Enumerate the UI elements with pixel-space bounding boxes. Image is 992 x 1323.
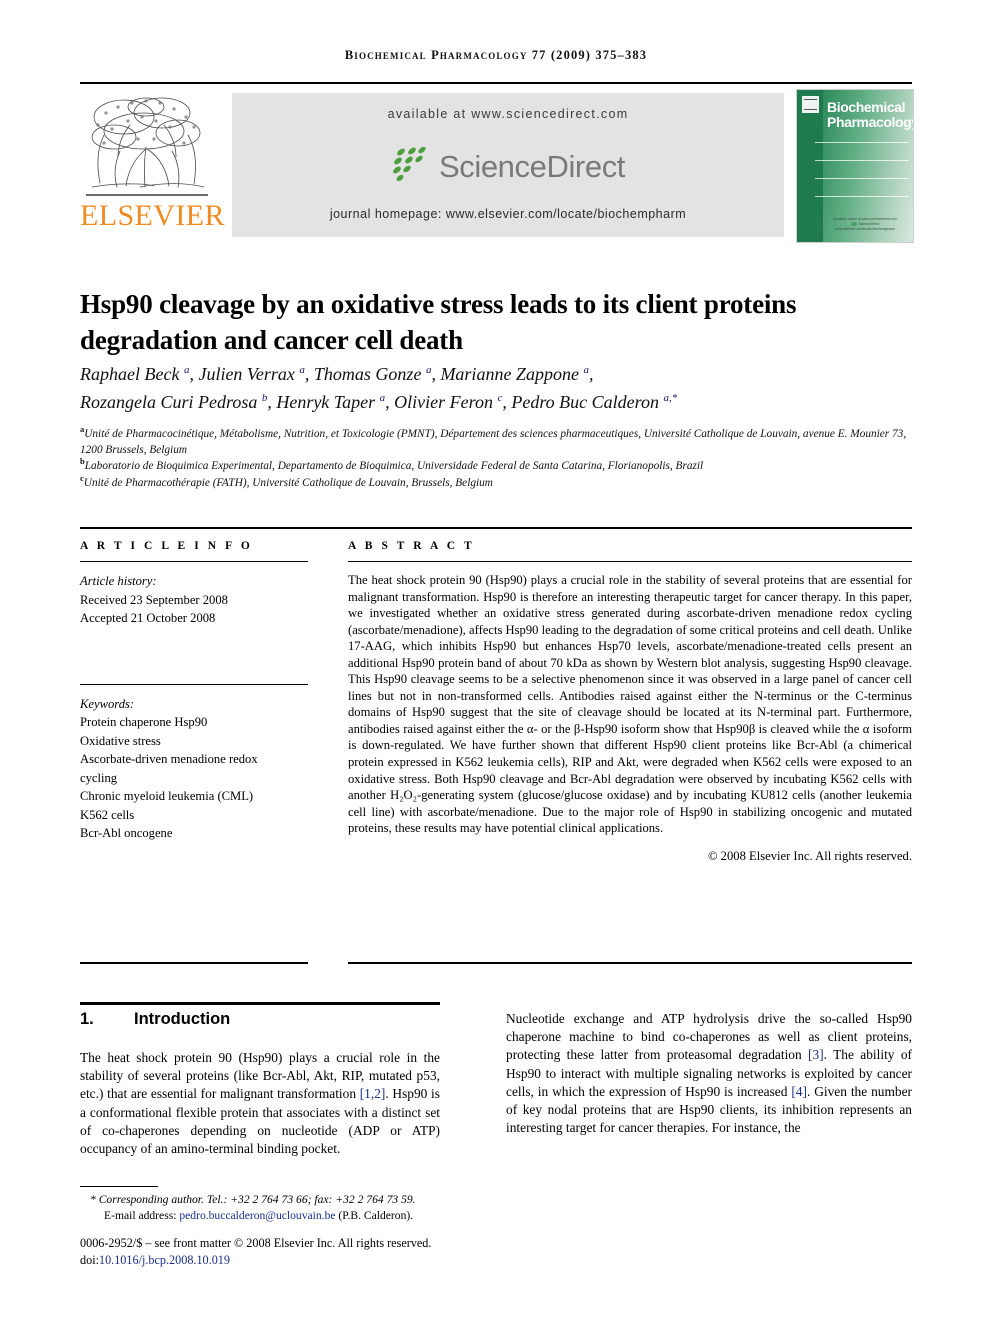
journal-cover-thumbnail[interactable]: Biochemical Pharmacology Available onlin…: [796, 89, 914, 243]
author-list: Raphael Beck a, Julien Verrax a, Thomas …: [80, 360, 890, 416]
keywords-label: Keywords:: [80, 696, 135, 711]
abstract-divider: [348, 561, 912, 562]
abstract-bottom-rule: [348, 962, 912, 964]
body-section-rule: [80, 1002, 440, 1005]
cover-title-line1: Biochemical: [827, 99, 906, 115]
section-title: Introduction: [134, 1010, 231, 1028]
corresponding-email-note[interactable]: E-mail address: pedro.buccalderon@uclouv…: [80, 1208, 500, 1224]
sciencedirect-band: available at www.sciencedirect.com Scien…: [232, 93, 784, 237]
cover-title: Biochemical Pharmacology: [827, 99, 914, 130]
affiliation-a: aUnité de Pharmacocinétique, Métabolisme…: [80, 424, 907, 457]
footnote-rule: [80, 1186, 158, 1187]
header-rule: [80, 82, 912, 84]
section-number: 1.: [80, 1010, 94, 1028]
cover-elsevier-mark-icon: [802, 96, 819, 113]
affiliation-b: bLaboratorio de Bioquimica Experimental,…: [80, 456, 704, 473]
cover-footer: Available online at www.sciencedirect.co…: [825, 217, 905, 232]
article-title: Hsp90 cleavage by an oxidative stress le…: [80, 289, 797, 356]
article-received: Received 23 September 2008: [80, 592, 228, 607]
article-info-divider: [80, 561, 308, 562]
article-page: Biochemical Pharmacology 77 (2009) 375–3…: [0, 0, 992, 1323]
article-info-heading: A R T I C L E I N F O: [80, 540, 253, 552]
keyword-item: Chronic myeloid leukemia (CML): [80, 789, 254, 803]
copyright-line: © 2008 Elsevier Inc. All rights reserved…: [707, 848, 912, 863]
article-accepted: Accepted 21 October 2008: [80, 611, 216, 625]
keyword-item: cycling: [80, 770, 118, 785]
keyword-item: Protein chaperone Hsp90: [80, 715, 208, 729]
keyword-item: K562 cells: [80, 807, 135, 822]
elsevier-wordmark: ELSEVIER: [80, 199, 225, 232]
available-at-text: available at www.sciencedirect.com: [387, 107, 629, 121]
footnote-block: * Corresponding author. Tel.: +32 2 764 …: [80, 1192, 500, 1225]
affiliation-c: cUnité de Pharmacothérapie (FATH), Unive…: [80, 472, 493, 489]
keywords-block: Keywords: Protein chaperone Hsp90 Oxidat…: [80, 683, 308, 843]
body-left-column: 1. Introduction The heat shock protein 9…: [80, 1010, 440, 1158]
cover-footer-line3: www.elsevier.com/locate/biochempharm: [834, 227, 896, 231]
author-line-1: Raphael Beck a, Julien Verrax a, Thomas …: [80, 364, 594, 384]
abstract-column: A B S T R A C T The heat shock protein 9…: [348, 540, 912, 864]
journal-masthead: ELSEVIER available at www.sciencedirect.…: [80, 89, 914, 243]
sciencedirect-wordmark: ScienceDirect: [438, 149, 626, 184]
affiliations: aUnité de Pharmacocinétique, Métabolisme…: [80, 424, 910, 491]
intro-paragraph-right: Nucleotide exchange and ATP hydrolysis d…: [506, 1011, 912, 1136]
intro-paragraph-left: The heat shock protein 90 (Hsp90) plays …: [80, 1050, 440, 1157]
abstract-heading: A B S T R A C T: [348, 540, 475, 552]
cover-sciencedirect-leaf-icon: [850, 222, 857, 227]
info-section-rule: [80, 527, 912, 529]
keywords-divider: [80, 683, 308, 685]
keyword-item: Oxidative stress: [80, 733, 161, 748]
doi-line[interactable]: doi:10.1016/j.bcp.2008.10.019: [80, 1252, 520, 1269]
info-column-bottom-rule: [80, 962, 308, 964]
issn-line: 0006-2952/$ – see front matter © 2008 El…: [80, 1236, 432, 1250]
article-info-column: A R T I C L E I N F O Article history: R…: [80, 540, 308, 843]
cover-rules: [815, 142, 909, 214]
author-line-2: Rozangela Curi Pedrosa b, Henryk Taper a…: [80, 392, 678, 412]
running-head: Biochemical Pharmacology 77 (2009) 375–3…: [344, 48, 648, 62]
keyword-item: Bcr-Abl oncogene: [80, 826, 173, 840]
elsevier-tree-icon: [86, 97, 208, 196]
keyword-item: Ascorbate-driven menadione redox: [80, 752, 258, 766]
body-right-column: Nucleotide exchange and ATP hydrolysis d…: [506, 1010, 912, 1137]
issn-block: 0006-2952/$ – see front matter © 2008 El…: [80, 1235, 520, 1269]
journal-homepage-link[interactable]: journal homepage: www.elsevier.com/locat…: [232, 207, 784, 221]
sciencedirect-leaf-icon: [393, 147, 426, 181]
section-heading-introduction: 1. Introduction: [80, 1010, 440, 1029]
abstract-text: The heat shock protein 90 (Hsp90) plays …: [348, 573, 912, 836]
cover-title-line2: Pharmacology: [827, 114, 914, 130]
article-history-label: Article history:: [80, 574, 157, 588]
corresponding-author-note: * Corresponding author. Tel.: +32 2 764 …: [90, 1193, 416, 1206]
sciencedirect-logo[interactable]: ScienceDirect: [232, 141, 784, 193]
elsevier-logo[interactable]: ELSEVIER: [80, 89, 225, 241]
